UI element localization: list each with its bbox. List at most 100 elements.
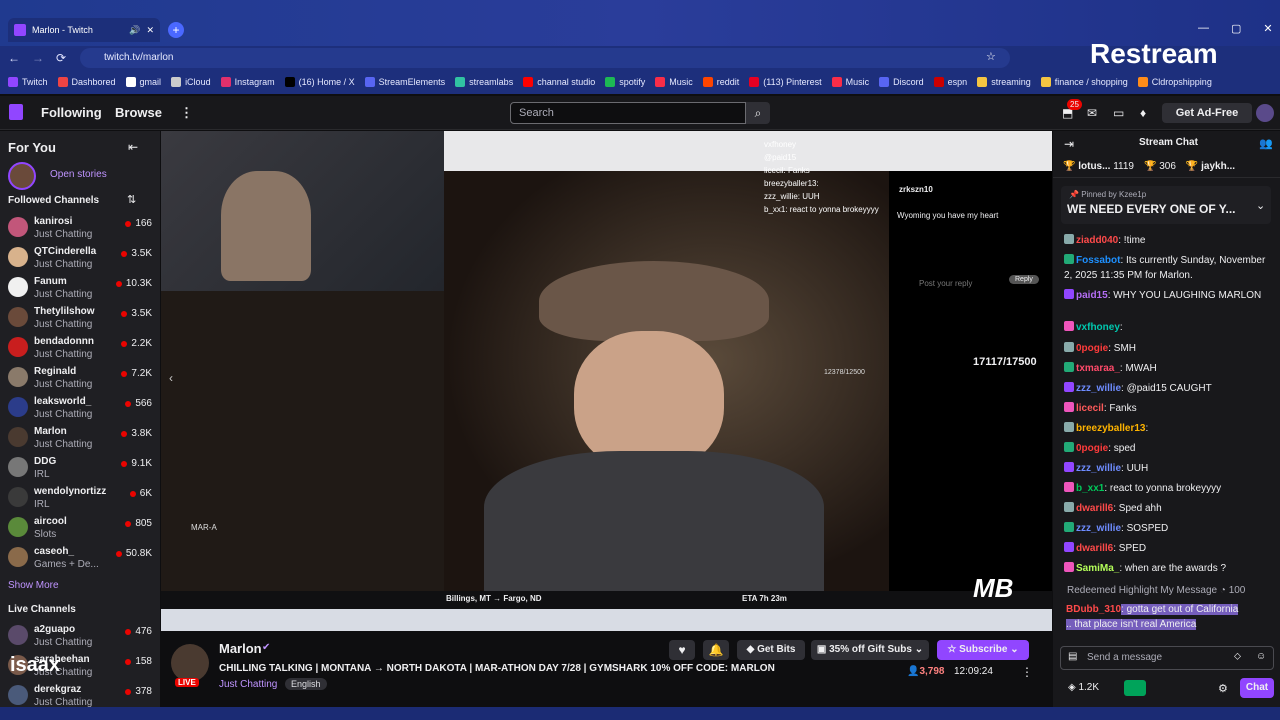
whispers-icon[interactable]: ▭ [1113,106,1124,120]
inbox-icon[interactable]: ✉ [1087,106,1097,120]
bookmark-item[interactable]: StreamElements [364,77,445,87]
expand-pin-icon[interactable]: ⌄ [1256,199,1265,212]
bookmark-item[interactable]: streaming [977,77,1031,87]
bookmark-item[interactable]: spotify [605,77,645,87]
bookmark-item[interactable]: Music [831,77,869,87]
open-stories-link[interactable]: Open stories [50,169,107,180]
nav-browse[interactable]: Browse [115,105,162,120]
url-field[interactable]: twitch.tv/marlon [80,48,1010,68]
gift-subs-button[interactable]: ▣ 35% off Gift Subs ⌄ [811,640,929,660]
chat-username[interactable]: b_xx1 [1076,483,1104,494]
back-icon[interactable]: ← [8,51,20,65]
prev-arrow-icon[interactable]: ‹ [169,371,173,385]
chat-send-button[interactable]: Chat [1240,678,1274,698]
crown-icon[interactable]: ♦ [1140,106,1146,120]
bookmark-item[interactable]: (16) Home / X [284,77,355,87]
bookmark-item[interactable]: gmail [125,77,161,87]
channel-row[interactable]: Marlon Just Chatting 3.8K [8,424,152,454]
chat-username[interactable]: Fossabot [1076,255,1120,266]
channel-row[interactable]: leaksworld_ Just Chatting 566 [8,394,152,424]
collapse-sidebar-icon[interactable]: ⇤ [128,140,138,154]
chat-username[interactable]: zzz_willie [1076,383,1121,394]
bookmark-item[interactable]: iCloud [171,77,211,87]
channel-row[interactable]: derekgraz Just Chatting 378 [8,682,152,707]
leaderboard-entry[interactable]: 🏆 lotus... 1119 [1063,161,1134,172]
stories-avatar[interactable] [8,162,36,190]
bookmark-item[interactable]: espn [933,77,967,87]
show-more-link[interactable]: Show More [8,580,59,591]
follow-heart-icon[interactable]: ♥ [669,640,695,660]
users-icon[interactable]: 👥 [1259,137,1273,150]
search-input[interactable]: Search [510,102,746,124]
chat-input[interactable]: Send a message [1060,646,1274,670]
get-ad-free-button[interactable]: Get Ad-Free [1162,103,1252,123]
bookmark-item[interactable]: channal studio [523,77,595,87]
bookmark-item[interactable]: Instagram [220,77,275,87]
close-tab-icon[interactable]: ✕ [146,25,154,36]
chat-username[interactable]: dwarill6 [1076,543,1113,554]
get-bits-button[interactable]: ◆ Get Bits [737,640,805,660]
channel-row[interactable]: bendadonnn Just Chatting 2.2K [8,334,152,364]
channel-points[interactable]: ◈ 1.2K [1068,682,1099,693]
twitch-logo-icon[interactable] [9,104,23,120]
chat-username[interactable]: ziadd040 [1076,235,1118,246]
new-tab-button[interactable]: + [168,22,184,38]
maximize-icon[interactable]: ▢ [1231,22,1241,35]
channel-row[interactable]: aircool Slots 805 [8,514,152,544]
chat-username[interactable]: breezyballer13 [1076,423,1146,434]
chat-username[interactable]: dwarill6 [1076,503,1113,514]
more-options-icon[interactable]: ⋮ [1021,665,1033,679]
bits-icon[interactable]: ⬦ [1234,651,1241,662]
channel-row[interactable]: Thetylilshow Just Chatting 3.5K [8,304,152,334]
streamer-name[interactable]: Marlon [219,641,262,656]
chat-username[interactable]: 0pogie [1076,343,1108,354]
channel-row[interactable]: QTCinderella Just Chatting 3.5K [8,244,152,274]
sort-icon[interactable]: ⇅ [127,193,136,206]
search-button[interactable]: ⌕ [746,102,770,124]
claim-bonus-button[interactable] [1124,680,1146,696]
bookmark-item[interactable]: streamlabs [455,77,513,87]
reload-icon[interactable]: ⟳ [56,51,66,65]
bookmark-item[interactable]: (113) Pinterest [749,77,822,87]
stream-category[interactable]: Just Chatting [219,679,277,690]
collapse-chat-icon[interactable]: ⇥ [1064,137,1074,151]
channel-row[interactable]: wendolynortizz IRL 6K [8,484,152,514]
bookmark-item[interactable]: Dashbored [57,77,116,87]
bookmark-item[interactable]: Twitch [8,77,48,87]
highlight-username[interactable]: BDubb_310 [1066,604,1121,615]
chat-username[interactable]: zzz_willie [1076,523,1121,534]
language-tag[interactable]: English [285,678,327,690]
channel-row[interactable]: a2guapo Just Chatting 476 [8,622,152,652]
chat-username[interactable]: paid15 [1076,290,1108,301]
forward-icon[interactable]: → [32,51,44,65]
browser-tab[interactable]: Marlon - Twitch 🔊 ✕ [8,18,160,42]
bookmark-star-icon[interactable]: ☆ [986,50,996,63]
chat-settings-icon[interactable]: ⚙ [1218,682,1228,695]
chat-username[interactable]: zzz_willie [1076,463,1121,474]
video-player[interactable]: zrkszn10 Wyoming you have my heart Post … [161,131,1052,631]
notification-bell-icon[interactable]: 🔔 [703,640,729,660]
emote-icon[interactable]: ☺ [1256,651,1266,662]
chat-settings-badge-icon[interactable]: ▤ [1068,651,1077,662]
bookmark-item[interactable]: reddit [702,77,739,87]
chat-username[interactable]: txmaraa_ [1076,363,1120,374]
channel-row[interactable]: DDG IRL 9.1K [8,454,152,484]
streamer-avatar[interactable] [171,644,209,682]
pinned-message[interactable]: 📌 Pinned by Kzee1p WE NEED EVERY ONE OF … [1061,186,1271,224]
chat-username[interactable]: 0pogie [1076,443,1108,454]
leaderboard-entry[interactable]: 🏆 306 [1144,161,1176,172]
nav-following[interactable]: Following [41,105,102,120]
bookmark-item[interactable]: Cldropshipping [1137,77,1212,87]
chat-username[interactable]: SamiMa_ [1076,563,1119,574]
channel-row[interactable]: Fanum Just Chatting 10.3K [8,274,152,304]
close-window-icon[interactable]: ✕ [1263,22,1272,35]
chat-username[interactable]: licecil [1076,403,1104,414]
channel-row[interactable]: caseoh_ Games + De... 50.8K [8,544,152,574]
channel-row[interactable]: Reginald Just Chatting 7.2K [8,364,152,394]
speaker-icon[interactable]: 🔊 [129,25,140,36]
user-avatar[interactable] [1256,104,1274,122]
bookmark-item[interactable]: Discord [879,77,924,87]
bookmark-item[interactable]: finance / shopping [1040,77,1128,87]
subscribe-button[interactable]: ☆ Subscribe ⌄ [937,640,1029,660]
minimize-icon[interactable]: — [1198,22,1209,35]
